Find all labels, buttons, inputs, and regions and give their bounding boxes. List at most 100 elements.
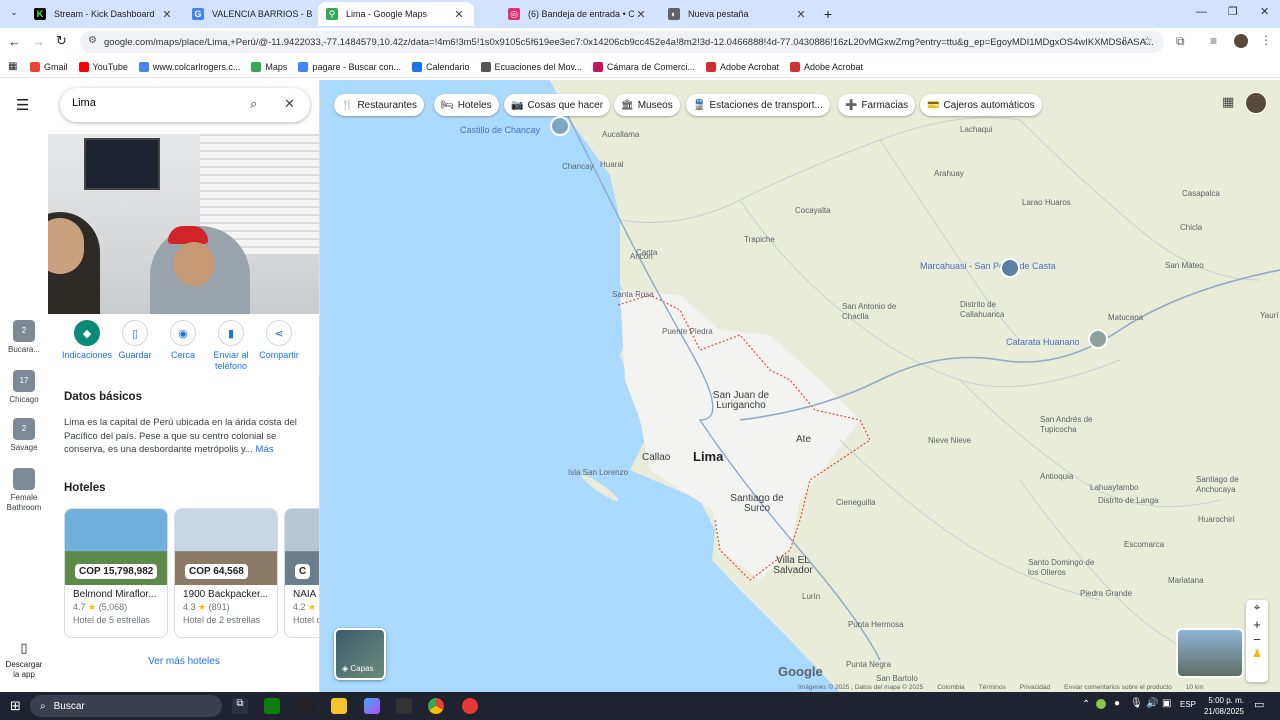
volume-icon[interactable]: 🔊 — [1146, 698, 1158, 709]
xbox-icon[interactable] — [264, 698, 280, 714]
place-label[interactable]: Santiago de Anchucaya — [1196, 475, 1266, 495]
footer-link[interactable]: Imágenes © 2025 , Datos del mapa © 2025 — [798, 684, 923, 692]
new-tab-icon[interactable]: + — [820, 6, 836, 22]
bookmark-item[interactable]: www.colcarlrogers.c... — [138, 61, 240, 72]
terminal-icon[interactable] — [396, 698, 412, 714]
search-input[interactable] — [72, 97, 232, 109]
search-icon[interactable]: ⌕ — [250, 96, 257, 112]
close-icon[interactable]: ✕ — [794, 8, 808, 21]
category-chip[interactable]: ➕ Farmacias — [838, 94, 916, 116]
bookmark-item[interactable]: Calendario — [411, 61, 470, 72]
bookmark-item[interactable]: Cámara de Comerci... — [592, 61, 695, 72]
saved-list-item[interactable]: 17 Chicago — [0, 370, 48, 405]
close-icon[interactable]: ✕ — [452, 8, 466, 21]
saved-list-item[interactable]: 2 Bucara... — [0, 320, 48, 355]
address-bar[interactable]: ⚙ google.com/maps/place/Lima,+Perú/@-11.… — [80, 31, 1164, 53]
place-label[interactable]: Antioquia — [1040, 472, 1073, 481]
tab-0[interactable]: K Stream - Kick Dashboard ✕ — [26, 2, 182, 26]
bookmark-item[interactable]: Ecuaciones del Mov... — [480, 61, 582, 72]
tab-2-active[interactable]: ⚲ Lima - Google Maps ✕ — [318, 2, 474, 26]
place-label[interactable]: Huaral — [600, 160, 624, 169]
tab-search-icon[interactable]: ⌄ — [6, 7, 22, 21]
action-phone[interactable]: ▮ Enviar al teléfono — [204, 320, 258, 372]
place-label[interactable]: Nieve Nieve — [928, 436, 971, 445]
close-window-icon[interactable]: ✕ — [1260, 5, 1269, 18]
poi-photo-marker[interactable] — [550, 116, 570, 136]
notifications-icon[interactable]: ▭ — [1254, 698, 1264, 711]
place-label[interactable]: San Mateo — [1165, 261, 1204, 270]
category-chip[interactable]: 🏛 Museos — [614, 94, 680, 116]
hotel-card[interactable]: CNAIA M4.2 ★ Hotel d — [284, 508, 319, 638]
zoom-in-button[interactable]: + — [1246, 617, 1268, 632]
hotel-card[interactable]: COP 64,568 1900 Backpacker... 4.3 ★ (891) H… — [174, 508, 278, 638]
clock[interactable]: 5:00 p. m. 21/08/2025 — [1198, 695, 1244, 717]
place-label[interactable]: Ate — [796, 434, 811, 445]
place-label[interactable]: Santa Rosa — [612, 290, 654, 299]
place-label[interactable]: Chicla — [1180, 223, 1202, 232]
close-icon[interactable]: ✕ — [634, 8, 648, 21]
category-chip[interactable]: 🍴 Restaurantes — [334, 94, 424, 116]
zoom-out-button[interactable]: − — [1246, 632, 1268, 647]
place-label[interactable]: Ancón — [630, 252, 653, 261]
place-label[interactable]: Lahuaytambo — [1090, 483, 1138, 492]
place-label[interactable]: Lurín — [802, 592, 820, 601]
place-label[interactable]: Yaurí — [1260, 311, 1279, 320]
install-icon[interactable]: ⇩ — [1120, 35, 1129, 48]
poi-photo-marker[interactable] — [1088, 329, 1108, 349]
place-label[interactable]: Lachaqui — [960, 125, 992, 134]
saved-list-item[interactable]: 2 Savage — [0, 418, 48, 453]
place-label[interactable]: Puente Piedra — [662, 327, 713, 336]
network-icon[interactable]: ▣ — [1162, 698, 1171, 709]
hotel-card[interactable]: COP 15,798,982 Belmond Miraflor... 4.7 ★ (… — [64, 508, 168, 638]
bookmark-item[interactable]: Gmail — [30, 61, 68, 72]
place-label[interactable]: Santo Domingo de los Olleros — [1028, 558, 1098, 578]
restore-icon[interactable]: ❐ — [1228, 5, 1238, 18]
site-info-icon[interactable]: ⚙ — [88, 35, 97, 46]
close-icon[interactable]: ✕ — [160, 8, 174, 21]
menu-hamburger-icon[interactable]: ☰ — [16, 96, 29, 114]
poi-label[interactable]: Catarata Huanano — [1006, 337, 1080, 347]
bookmark-item[interactable]: Maps — [251, 61, 287, 72]
reload-icon[interactable]: ↻ — [56, 33, 67, 49]
place-label[interactable]: Chancay — [562, 162, 594, 171]
place-label[interactable]: Matucana — [1108, 313, 1143, 322]
footer-link[interactable]: Privacidad — [1020, 684, 1050, 692]
media-icon[interactable]: ≡ — [1210, 34, 1217, 48]
action-share[interactable]: ⋖ Compartir — [252, 320, 306, 361]
pegman-icon[interactable]: ♟ — [1246, 647, 1268, 660]
tray-icon[interactable]: ● — [1114, 698, 1120, 709]
place-label[interactable]: Piedra Grande — [1080, 589, 1132, 598]
more-link[interactable]: Más — [256, 444, 274, 455]
place-label[interactable]: Isla San Lorenzo — [568, 468, 628, 477]
more-hotels-link[interactable]: Ver más hoteles — [48, 656, 319, 667]
extensions-icon[interactable]: ⧉ — [1176, 34, 1185, 49]
poi-label[interactable]: Marcahuasi - San Pedro de Casta — [920, 261, 1056, 271]
place-label[interactable]: Distrito de Callahuanca — [960, 300, 1030, 320]
category-chip[interactable]: 🛏 Hoteles — [434, 94, 499, 116]
apps-icon[interactable]: ▦ — [8, 61, 17, 72]
mic-icon[interactable]: 🎙 — [1130, 698, 1143, 709]
star-icon[interactable]: ☆ — [1142, 34, 1153, 48]
language-indicator[interactable]: ESP — [1180, 700, 1196, 709]
place-label[interactable]: Cieneguilla — [836, 498, 876, 507]
category-chip[interactable]: 🚆 Estaciones de transport... — [686, 94, 830, 116]
action-nearby[interactable]: ◉ Cerca — [156, 320, 210, 361]
place-label[interactable]: San Antonio de Chaclla — [842, 302, 912, 322]
bookmark-item[interactable]: pagare - Buscar con... — [298, 61, 401, 72]
place-label[interactable]: Casapalca — [1182, 189, 1220, 198]
app-red-icon[interactable] — [462, 698, 478, 714]
action-directions[interactable]: ◆ Indicaciones — [60, 320, 114, 361]
my-location-icon[interactable]: ⌖ — [1246, 602, 1268, 615]
apps-grid-icon[interactable]: ▦ — [1222, 94, 1234, 110]
task-view-icon[interactable]: ⧉ — [232, 698, 248, 714]
place-label[interactable]: Mariatana — [1168, 576, 1204, 585]
tab-4[interactable]: ◐ Nueva pestaña ✕ — [660, 2, 816, 26]
clear-icon[interactable]: ✕ — [284, 96, 295, 112]
category-chip[interactable]: 📷 Cosas que hacer — [504, 94, 611, 116]
place-label[interactable]: Villa EL Salvador — [758, 556, 828, 576]
place-label[interactable]: Distrito de Langa — [1098, 496, 1168, 506]
menu-icon[interactable]: ⋮ — [1260, 33, 1272, 47]
footer-link[interactable]: 10 km — [1186, 684, 1204, 692]
place-label[interactable]: Callao — [642, 452, 670, 463]
place-label[interactable]: San Juan de Lurigancho — [706, 391, 776, 411]
